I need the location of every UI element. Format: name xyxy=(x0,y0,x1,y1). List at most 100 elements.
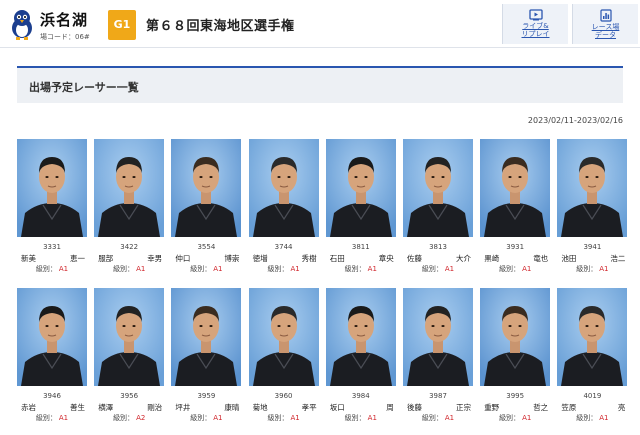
racer-card[interactable]: 3984 坂口 周級別： A1 xyxy=(325,288,396,428)
racer-name[interactable]: 石田 章央 xyxy=(330,253,394,264)
live-replay-button[interactable]: ライブ& リプレイ xyxy=(502,4,568,44)
racer-first-name: 康晴 xyxy=(224,403,240,412)
racer-last-name: 重野 xyxy=(484,403,500,412)
racer-photo[interactable] xyxy=(480,139,551,237)
racer-reg-number: 3960 xyxy=(274,392,293,400)
racer-rank: 級別： A1 xyxy=(403,413,473,423)
racer-photo[interactable] xyxy=(325,288,396,386)
bar-chart-icon xyxy=(599,9,612,22)
rank-value: A1 xyxy=(290,265,300,273)
racer-name[interactable]: 仲口 博崇 xyxy=(175,253,239,264)
racer-rank: 級別： A1 xyxy=(94,264,164,274)
rank-label: 級別： xyxy=(499,265,521,273)
site-header: 浜名湖 場コード：06# G1 第６８回東海地区選手権 ライブ& リプレイ レー… xyxy=(0,0,640,48)
racer-name[interactable]: 後藤 正宗 xyxy=(407,402,471,413)
racer-card[interactable]: 3744 徳増 秀樹 級別： A1 xyxy=(248,139,319,279)
rank-value: A1 xyxy=(213,265,223,273)
racer-first-name: 剛治 xyxy=(147,403,163,412)
racer-first-name: 秀樹 xyxy=(301,254,317,263)
rank-label: 級別： xyxy=(421,414,443,422)
racer-last-name: 徳増 xyxy=(252,254,268,263)
racer-reg-number: 3984 xyxy=(351,392,370,400)
grade-badge: G1 xyxy=(108,10,136,40)
racer-rank: 級別： A1 xyxy=(557,413,627,423)
racer-reg-number: 3956 xyxy=(120,392,139,400)
racer-reg-number: 3554 xyxy=(197,243,216,251)
racer-photo[interactable] xyxy=(325,139,396,237)
racer-card[interactable]: 3331 新美 恵一 級別： A1 xyxy=(17,139,87,279)
racer-photo[interactable] xyxy=(248,139,319,237)
racer-name[interactable]: 新美 恵一 xyxy=(21,253,85,264)
venue-data-button[interactable]: レース場 データ xyxy=(572,4,638,44)
racer-rank: 級別： A1 xyxy=(249,413,319,423)
racer-last-name: 坪井 xyxy=(175,403,191,412)
data-button-line2: データ xyxy=(595,31,616,39)
racer-rank: 級別： A1 xyxy=(557,264,627,274)
racer-photo[interactable] xyxy=(17,139,87,237)
rank-value: A2 xyxy=(136,414,146,422)
racer-last-name: 笠原 xyxy=(561,403,577,412)
racer-name[interactable]: 服部 幸男 xyxy=(98,253,162,264)
racer-photo[interactable] xyxy=(17,288,87,386)
racer-rank: 級別： A1 xyxy=(17,413,87,423)
racer-name[interactable]: 坪井 康晴 xyxy=(175,402,239,413)
racer-photo[interactable] xyxy=(94,139,165,237)
racer-card[interactable]: 3946 赤岩 善生 級別： A1 xyxy=(17,288,87,428)
racer-photo[interactable] xyxy=(557,288,628,386)
racer-card[interactable]: 3959 坪井 康晴 級別： A1 xyxy=(171,288,242,428)
racer-card[interactable]: 3813 佐藤 大介 級別： A1 xyxy=(403,139,473,279)
rank-label: 級別： xyxy=(576,265,598,273)
racer-reg-number: 3995 xyxy=(506,392,525,400)
racer-photo[interactable] xyxy=(248,288,319,386)
racer-photo[interactable] xyxy=(94,288,165,386)
live-button-line1: ライブ& xyxy=(522,22,549,30)
racer-name[interactable]: 重野 哲之 xyxy=(484,402,548,413)
racer-card[interactable]: 3811 石田 章央 級別： A1 xyxy=(325,139,396,279)
racer-rank: 級別： A1 xyxy=(17,264,87,274)
racer-card[interactable]: 3931 黒崎 竜也 級別： A1 xyxy=(480,139,551,279)
racer-photo[interactable] xyxy=(557,139,628,237)
racer-name[interactable]: 赤岩 善生 xyxy=(21,402,85,413)
racer-name[interactable]: 笠原 亮 xyxy=(561,402,625,413)
racer-name[interactable]: 池田 浩二 xyxy=(561,253,625,264)
racer-card[interactable]: 3987 後藤 正宗 級別： A1 xyxy=(403,288,473,428)
racer-card[interactable]: 3995 重野 哲之 級別： A1 xyxy=(480,288,551,428)
racer-photo[interactable] xyxy=(171,288,242,386)
rank-label: 級別： xyxy=(190,265,212,273)
racer-rank: 級別： A1 xyxy=(249,264,319,274)
racer-name[interactable]: 菊地 孝平 xyxy=(253,402,317,413)
racer-last-name: 黒崎 xyxy=(484,254,500,263)
racer-name[interactable]: 徳増 秀樹 xyxy=(253,253,317,264)
racer-card[interactable]: 3422 服部 幸男 級別： A1 xyxy=(94,139,165,279)
racer-name[interactable]: 横澤 剛治 xyxy=(98,402,162,413)
racer-reg-number: 3811 xyxy=(351,243,370,251)
racer-last-name: 菊地 xyxy=(252,403,268,412)
rank-value: A1 xyxy=(599,265,609,273)
racer-card[interactable]: 3960 菊地 孝平 級別： A1 xyxy=(248,288,319,428)
racer-card[interactable]: 3941 池田 浩二 級別： A1 xyxy=(557,139,628,279)
racer-first-name: 善生 xyxy=(70,403,85,412)
racer-last-name: 新美 xyxy=(21,254,36,263)
racer-rank: 級別： A1 xyxy=(171,413,241,423)
racer-reg-number: 3813 xyxy=(429,243,447,251)
racer-card[interactable]: 3956 横澤 剛治 級別： A2 xyxy=(94,288,165,428)
rank-value: A1 xyxy=(522,414,532,422)
racer-photo[interactable] xyxy=(403,288,473,386)
racer-reg-number: 3422 xyxy=(120,243,139,251)
racer-first-name: 周 xyxy=(386,403,394,412)
racer-name[interactable]: 佐藤 大介 xyxy=(407,253,471,264)
racer-photo[interactable] xyxy=(171,139,242,237)
racer-photo[interactable] xyxy=(403,139,473,237)
racer-card[interactable]: 3554 仲口 博崇 級別： A1 xyxy=(171,139,242,279)
racer-name[interactable]: 黒崎 竜也 xyxy=(484,253,548,264)
racer-last-name: 服部 xyxy=(98,254,114,263)
racer-card[interactable]: 4019 笠原 亮級別： A1 xyxy=(557,288,628,428)
rank-value: A1 xyxy=(599,414,609,422)
rank-label: 級別： xyxy=(576,414,598,422)
racer-reg-number: 3331 xyxy=(43,243,61,251)
racer-first-name: 正宗 xyxy=(456,403,471,412)
racer-name[interactable]: 坂口 周 xyxy=(330,402,394,413)
racer-photo[interactable] xyxy=(480,288,551,386)
rank-label: 級別： xyxy=(35,265,57,273)
rank-value: A1 xyxy=(522,265,532,273)
